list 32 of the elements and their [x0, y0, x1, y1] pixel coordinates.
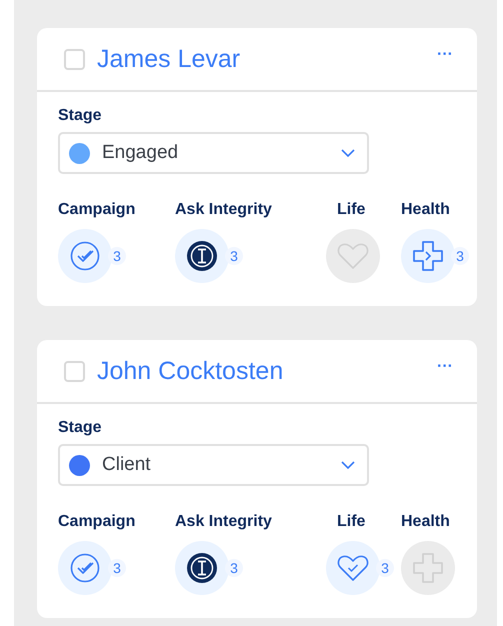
- metric-label: Life: [337, 512, 366, 532]
- chevron-down-icon: [341, 461, 355, 469]
- count-badge: 3: [376, 559, 394, 577]
- chevron-down-icon: [341, 149, 355, 157]
- stage-label: Stage: [58, 418, 102, 438]
- stage-dropdown[interactable]: Engaged: [58, 132, 369, 174]
- stage-label: Stage: [58, 106, 102, 126]
- count-badge: 3: [451, 247, 469, 265]
- letter-i-icon: [186, 240, 218, 272]
- contact-name-link[interactable]: John Cocktosten: [97, 358, 284, 384]
- contact-name-link[interactable]: James Levar: [97, 46, 240, 72]
- metric-label: Life: [337, 200, 366, 220]
- count-badge: 3: [108, 559, 126, 577]
- metric-label: Ask Integrity: [175, 512, 272, 532]
- count-badge: 3: [108, 247, 126, 265]
- stage-dropdown[interactable]: Client: [58, 444, 369, 486]
- checkbox[interactable]: [64, 48, 85, 70]
- metric-label: Campaign: [58, 200, 136, 220]
- metric-label: Ask Integrity: [175, 200, 272, 220]
- check-circle-icon: [69, 552, 101, 584]
- metric-label: Health: [401, 512, 450, 532]
- check-circle-icon: [69, 240, 101, 272]
- cross-icon: [411, 551, 445, 585]
- more-menu-button[interactable]: ···: [437, 359, 453, 375]
- count-badge: 3: [225, 247, 243, 265]
- more-menu-button[interactable]: ···: [437, 47, 453, 63]
- metric-label: Campaign: [58, 512, 136, 532]
- letter-i-icon: [186, 552, 218, 584]
- checkbox[interactable]: [64, 360, 85, 382]
- count-badge: 3: [225, 559, 243, 577]
- cross-icon: [411, 239, 445, 273]
- metric-label: Health: [401, 200, 450, 220]
